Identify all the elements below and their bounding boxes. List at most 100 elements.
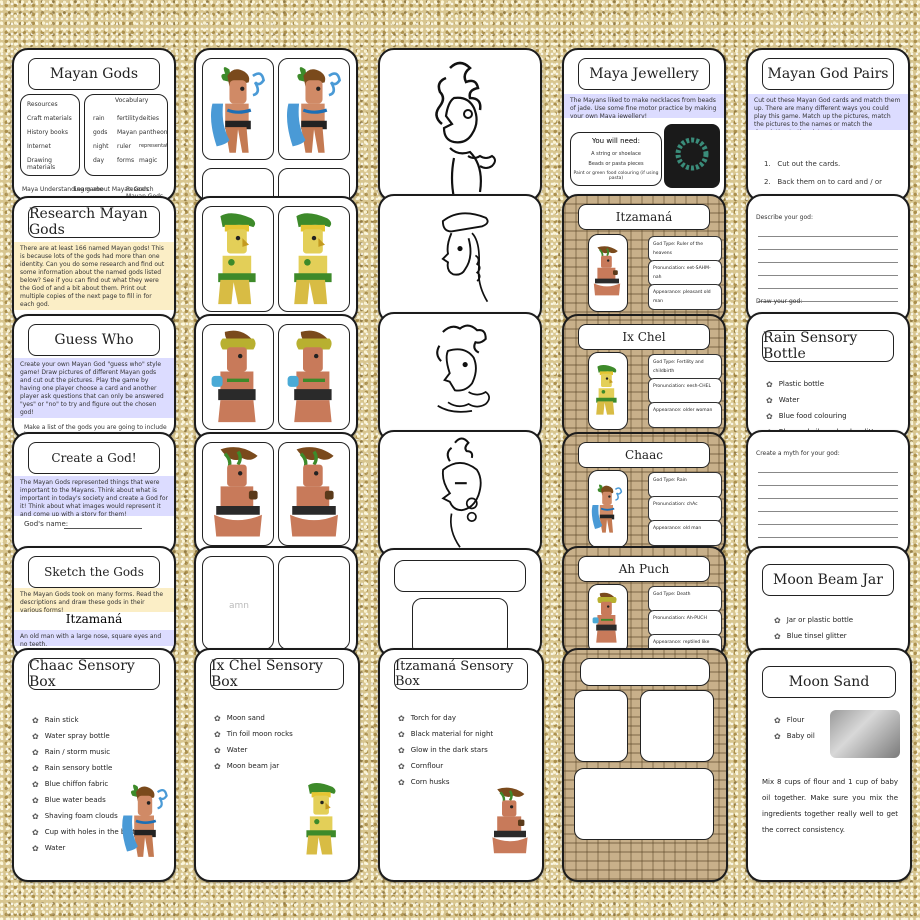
god-pairs-card: Mayan God Pairs Cut out these Mayan God … xyxy=(746,48,910,202)
card-title: Sketch the Gods xyxy=(28,556,160,588)
resource-item: Resources xyxy=(27,101,58,108)
vocab-word: ruler xyxy=(117,143,132,150)
god-info-card-ixchel: Ix Chel God Type: Fertility and childbir… xyxy=(562,314,726,440)
create-text: The Mayan Gods represented things that w… xyxy=(14,476,174,516)
pairs-card-row xyxy=(194,48,358,202)
list-item: Water xyxy=(766,392,881,408)
itzamana-figure xyxy=(281,209,347,309)
vocab-heading: Vocabulary xyxy=(115,97,149,104)
pairs-text: Cut out these Mayan God cards and match … xyxy=(748,94,908,130)
need-title: You will need: xyxy=(592,137,640,145)
jar-items: Jar or plastic bottleBlue tinsel glitter xyxy=(774,612,853,644)
list-item: Cornflour xyxy=(398,758,493,774)
god-pron: Pronunciation: Ah-PUCH xyxy=(648,610,722,636)
list-item: Corn husks xyxy=(398,774,493,790)
god-pair-card[interactable] xyxy=(278,324,350,430)
resource-item: Drawing materials xyxy=(27,157,56,171)
resource-item: Internet xyxy=(27,143,51,150)
describe-god-card: Describe your god: Draw your god: xyxy=(746,194,910,324)
ahpuch-figure xyxy=(205,445,271,543)
god-pair-card[interactable] xyxy=(278,206,350,312)
rain-bottle-card: Rain Sensory Bottle Plastic bottleWaterB… xyxy=(746,312,910,440)
myth-card: Create a myth for your god: xyxy=(746,430,910,558)
need-item: A string or shoelace xyxy=(591,151,641,157)
card-title: Moon Beam Jar xyxy=(762,564,894,596)
list-item: Glow in the dark stars xyxy=(398,742,493,758)
list-item: Torch for day xyxy=(398,710,493,726)
research-text: There are at least 166 named Mayan gods!… xyxy=(14,242,174,310)
god-pron: Pronunciation: chAc xyxy=(648,496,722,522)
pairs-card-row xyxy=(194,432,358,556)
card-title: Mayan God Pairs xyxy=(762,58,894,90)
sketch-card xyxy=(378,194,542,324)
need-item: Paint or green food colouring (if using … xyxy=(573,171,659,181)
god-info-card-chaac: Chaac God Type: Rain Pronunciation: chAc… xyxy=(562,432,726,556)
vocab-word: forms xyxy=(117,157,135,164)
jade-necklace-photo xyxy=(664,124,720,188)
jewellery-text: The Mayans liked to make necklaces from … xyxy=(564,94,724,118)
list-item: Water xyxy=(214,742,293,758)
itzamana-sensory-card: Itzamaná Sensory Box Torch for dayBlack … xyxy=(378,648,544,882)
list-item: Jar or plastic bottle xyxy=(774,612,853,628)
itzamana-figure xyxy=(589,235,625,309)
god-name: Itzamaná xyxy=(578,204,710,230)
sketch-drawing xyxy=(410,58,510,198)
god-name: Ah Puch xyxy=(578,556,710,582)
pairs-step: 1. Cut out the cards. xyxy=(764,160,841,168)
god-pair-card[interactable] xyxy=(278,58,350,160)
itzamana-figure xyxy=(296,774,348,864)
moon-sand-photo xyxy=(830,710,900,758)
sand-items: FlourBaby oil xyxy=(774,712,815,744)
guess-who-text: Create your own Mayan God "guess who" st… xyxy=(14,358,174,418)
god-type: God Type: Fertility and childbirth xyxy=(648,354,722,380)
god-portrait xyxy=(588,470,628,548)
god-pair-card[interactable] xyxy=(202,324,274,430)
blank-pairs-card: amn xyxy=(194,546,358,658)
god-pair-card[interactable] xyxy=(202,58,274,160)
describe-label: Describe your god: xyxy=(756,214,813,221)
sketch-drawing xyxy=(410,320,510,440)
need-box: You will need: A string or shoelace Bead… xyxy=(570,132,662,186)
sketch-desc: An old man with a large nose, square eye… xyxy=(14,630,174,646)
ixchel-figure xyxy=(281,327,347,427)
vocab-word: magic xyxy=(139,157,158,164)
god-pair-card[interactable] xyxy=(278,442,350,546)
sketch-drawing xyxy=(410,204,510,324)
moon-sand-card: Moon Sand FlourBaby oil Mix 8 cups of fl… xyxy=(746,648,912,882)
blank-god-card xyxy=(562,648,728,882)
god-pair-card[interactable] xyxy=(202,206,274,312)
sketch-card xyxy=(378,312,542,442)
ixchel-items: Moon sandTin foil moon rocksWaterMoon be… xyxy=(214,710,293,774)
describe-lines[interactable] xyxy=(758,224,898,302)
sketch-card xyxy=(378,430,542,558)
god-name-line[interactable] xyxy=(64,528,142,529)
blank-card: amn xyxy=(202,556,274,650)
ahpuch-figure xyxy=(281,445,347,543)
god-appear: Appearance: older woman xyxy=(648,402,722,428)
ahpuch-figure xyxy=(589,585,625,651)
god-pair-card[interactable] xyxy=(202,442,274,546)
god-type: God Type: Death xyxy=(648,586,722,612)
vocab-word: rain xyxy=(93,115,105,122)
moon-jar-card: Moon Beam Jar Jar or plastic bottleBlue … xyxy=(746,546,910,658)
chaac-figure xyxy=(205,61,271,157)
god-pron: Pronunciation: eesh-CHEL xyxy=(648,378,722,404)
god-appear: Appearance: old man xyxy=(648,520,722,546)
god-appear: Appearance: pleasant old man xyxy=(648,284,722,310)
necklace-icon xyxy=(675,137,709,171)
blank-card xyxy=(278,556,350,650)
list-item: Moon sand xyxy=(214,710,293,726)
card-title: Chaac Sensory Box xyxy=(28,658,160,690)
create-god-card: Create a God! The Mayan Gods represented… xyxy=(12,432,176,556)
vocab-word: Mayan xyxy=(117,129,137,136)
sketch-drawing xyxy=(410,436,510,554)
sketch-card xyxy=(378,48,542,202)
list-item: Plastic bottle xyxy=(766,376,881,392)
card-title: Maya Jewellery xyxy=(578,58,710,90)
blank-info xyxy=(640,690,714,762)
god-portrait xyxy=(588,352,628,430)
list-item: Flour xyxy=(774,712,815,728)
myth-lines[interactable] xyxy=(758,460,898,551)
god-portrait xyxy=(588,234,628,312)
research-card: Research Mayan Gods There are at least 1… xyxy=(12,196,176,326)
